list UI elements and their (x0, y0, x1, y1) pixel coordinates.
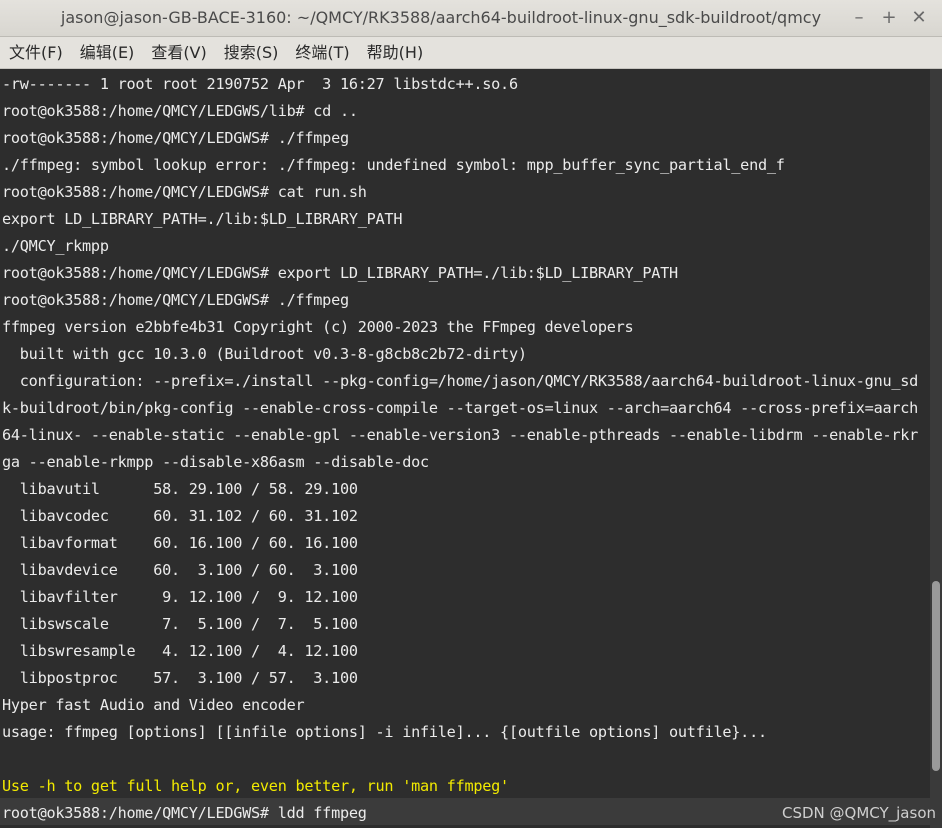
menu-view[interactable]: 查看(V) (143, 37, 214, 68)
terminal-line: -rw------- 1 root root 2190752 Apr 3 16:… (2, 75, 518, 93)
terminal-line: root@ok3588:/home/QMCY/LEDGWS# export LD… (2, 264, 678, 282)
terminal-line: k-buildroot/bin/pkg-config --enable-cros… (2, 399, 919, 417)
terminal-line: root@ok3588:/home/QMCY/LEDGWS/lib# cd .. (2, 102, 358, 120)
menu-search[interactable]: 搜索(S) (216, 37, 287, 68)
window-controls: – + ✕ (844, 0, 934, 36)
terminal-line: export LD_LIBRARY_PATH=./lib:$LD_LIBRARY… (2, 210, 403, 228)
terminal-output[interactable]: -rw------- 1 root root 2190752 Apr 3 16:… (0, 69, 930, 828)
maximize-button[interactable]: + (874, 3, 904, 33)
menu-help[interactable]: 帮助(H) (359, 37, 432, 68)
minimize-button[interactable]: – (844, 3, 874, 33)
terminal-line: usage: ffmpeg [options] [[infile options… (2, 723, 767, 741)
terminal-line: libavutil 58. 29.100 / 58. 29.100 (2, 480, 358, 498)
terminal-line: Hyper fast Audio and Video encoder (2, 696, 305, 714)
watermark: CSDN @QMCY_jason (781, 804, 936, 822)
terminal-line: libswresample 4. 12.100 / 4. 12.100 (2, 642, 358, 660)
terminal-line: ga --enable-rkmpp --disable-x86asm --dis… (2, 453, 429, 471)
terminal-line: 64-linux- --enable-static --enable-gpl -… (2, 426, 919, 444)
terminal-line: ffmpeg version e2bbfe4b31 Copyright (c) … (2, 318, 634, 336)
scrollbar[interactable] (930, 69, 942, 828)
terminal-line: root@ok3588:/home/QMCY/LEDGWS# ./ffmpeg (2, 129, 349, 147)
terminal-line: libswscale 7. 5.100 / 7. 5.100 (2, 615, 358, 633)
terminal-line: libavfilter 9. 12.100 / 9. 12.100 (2, 588, 358, 606)
menu-edit[interactable]: 编辑(E) (72, 37, 143, 68)
menu-bar: 文件(F) 编辑(E) 查看(V) 搜索(S) 终端(T) 帮助(H) (0, 37, 942, 69)
terminal-line: libpostproc 57. 3.100 / 57. 3.100 (2, 669, 358, 687)
terminal-line: libavcodec 60. 31.102 / 60. 31.102 (2, 507, 358, 525)
terminal-line: libavdevice 60. 3.100 / 60. 3.100 (2, 561, 358, 579)
terminal-line: root@ok3588:/home/QMCY/LEDGWS# ./ffmpeg (2, 291, 349, 309)
menu-terminal[interactable]: 终端(T) (287, 37, 357, 68)
terminal-line: built with gcc 10.3.0 (Buildroot v0.3-8-… (2, 345, 527, 363)
terminal-line: ./ffmpeg: symbol lookup error: ./ffmpeg:… (2, 156, 785, 174)
menu-file[interactable]: 文件(F) (1, 37, 71, 68)
close-button[interactable]: ✕ (904, 3, 934, 33)
scrollbar-thumb[interactable] (932, 581, 940, 771)
terminal-line: ./QMCY_rkmpp (2, 237, 109, 255)
terminal-line: libavformat 60. 16.100 / 60. 16.100 (2, 534, 358, 552)
terminal-line: root@ok3588:/home/QMCY/LEDGWS# cat run.s… (2, 183, 367, 201)
window-title: jason@jason-GB-BACE-3160: ~/QMCY/RK3588/… (60, 8, 822, 27)
terminal-window: jason@jason-GB-BACE-3160: ~/QMCY/RK3588/… (0, 0, 942, 828)
terminal-line: Use -h to get full help or, even better,… (2, 777, 509, 795)
terminal-line: configuration: --prefix=./install --pkg-… (2, 372, 919, 390)
title-bar[interactable]: jason@jason-GB-BACE-3160: ~/QMCY/RK3588/… (0, 0, 942, 37)
